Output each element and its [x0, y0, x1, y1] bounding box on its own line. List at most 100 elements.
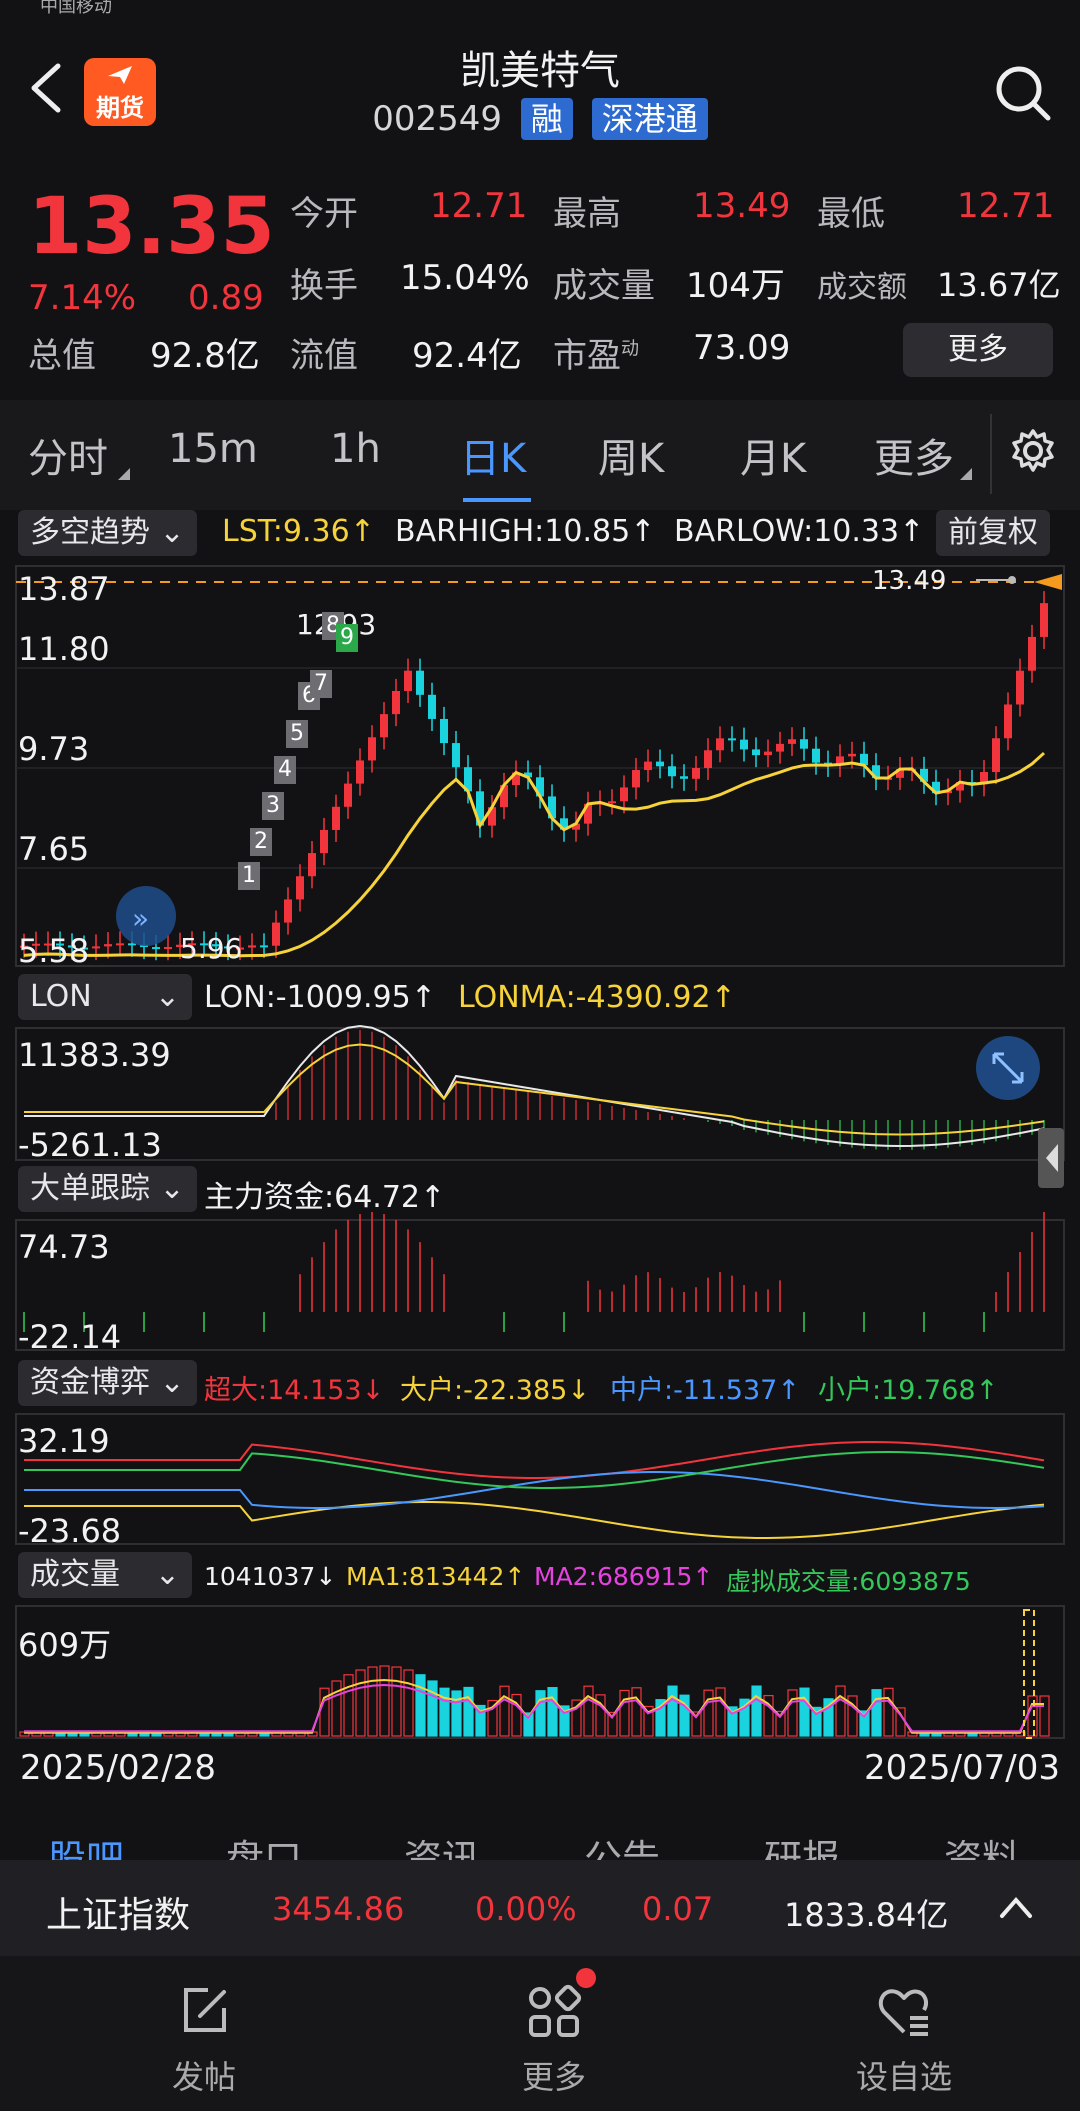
signal-box-4: 4 [274, 756, 296, 784]
candle-body [656, 761, 664, 767]
low-value: 12.71 [957, 186, 1055, 226]
bottom-nav: 发帖 更多 设自选 [0, 1956, 1080, 2111]
section-tab-research[interactable]: 研报 [764, 1828, 840, 1860]
section-tab-profile[interactable]: 资料 [944, 1828, 1020, 1860]
candle-body [332, 806, 340, 830]
volume-bar [463, 1686, 474, 1737]
axis-label-2: 11.80 [18, 630, 110, 668]
amount-label: 成交额 [817, 270, 907, 305]
signal-box-3: 3 [262, 792, 284, 820]
volume-bar [799, 1687, 810, 1737]
lon-indicator-label: LON [30, 979, 92, 1014]
pe-label-text: 市盈 [553, 336, 621, 376]
adjust-button[interactable]: 前复权 [936, 510, 1050, 556]
candle-body [752, 749, 760, 756]
carrier-label: 中国移动 [40, 0, 112, 17]
section-tab-news[interactable]: 资讯 [404, 1828, 480, 1860]
more-button[interactable]: 更多 [903, 323, 1053, 377]
kline-indicator-label: 多空趋势 [30, 515, 150, 550]
volume-bar-group [19, 1665, 1050, 1737]
candle-body [776, 743, 784, 752]
tab-weekly[interactable]: 周K [598, 426, 664, 484]
bigorder-axis-top: 74.73 [18, 1228, 110, 1266]
game-axis-top: 32.19 [18, 1422, 110, 1460]
bigorder-indicator-select[interactable]: 大单跟踪 ⌄ [18, 1166, 197, 1212]
low-label: 最低 [817, 194, 885, 234]
volume-bar [547, 1687, 558, 1737]
current-price: 13.35 [28, 182, 275, 272]
index-change: 0.07 [642, 1890, 714, 1928]
section-tab-pankou[interactable]: 盘口 [226, 1828, 302, 1860]
pe-value: 73.09 [693, 328, 791, 368]
candle-body [632, 770, 640, 788]
volume-bar [499, 1685, 510, 1737]
tab-minute[interactable]: 分时 [28, 426, 108, 484]
big-line [24, 1501, 1045, 1539]
margin-tag: 融 [520, 98, 573, 140]
volume-label: 成交量 [553, 266, 655, 306]
candle-body [164, 947, 172, 950]
settings-gear-icon[interactable] [1010, 428, 1056, 474]
bigorder-indicator-label: 大单跟踪 [30, 1171, 150, 1206]
volume-bar [415, 1674, 426, 1737]
nav-watchlist[interactable]: 设自选 [844, 1956, 964, 2106]
tab-daily[interactable]: 日K [460, 426, 526, 484]
tab-monthly[interactable]: 月K [740, 426, 806, 484]
notification-dot [576, 1968, 596, 1988]
candle-body [92, 946, 100, 949]
turnover-value: 15.04% [400, 258, 530, 298]
status-bar: 中国移动 [0, 0, 1080, 22]
volume-bar [703, 1689, 714, 1737]
volume-bar [355, 1669, 366, 1737]
candle-body [104, 944, 112, 947]
search-icon[interactable] [992, 62, 1054, 124]
bigorder-bar-group [23, 1212, 1045, 1332]
tab-15m[interactable]: 15m [168, 426, 258, 472]
candle-body [116, 943, 124, 946]
candle-body [380, 714, 388, 738]
barhigh-value: BARHIGH:10.85↑ [395, 514, 656, 549]
high-label: 最高 [553, 194, 621, 234]
candle-body [620, 787, 628, 802]
mktcap-value: 92.8亿 [150, 336, 260, 376]
high-mark: 13.49 [872, 566, 947, 596]
main-fund-value: 主力资金:64.72↑ [204, 1180, 446, 1215]
chevron-up-icon[interactable] [998, 1890, 1034, 1926]
index-ticker-bar[interactable]: 上证指数 3454.86 0.00% 0.07 1833.84亿 [0, 1860, 1080, 1956]
candle-body [992, 738, 1000, 773]
tab-more[interactable]: 更多 [874, 426, 954, 484]
candle-body [428, 694, 436, 719]
volume-ma2: MA2:686915↑ [534, 1562, 714, 1591]
lon-bar-group [275, 1030, 1045, 1150]
low-mark: 5.96 [180, 932, 243, 965]
chevron-down-icon: ⌄ [159, 515, 185, 550]
lon-indicator-select[interactable]: LON ⌄ [18, 974, 192, 1020]
volume-bar [331, 1680, 342, 1737]
lon-axis-top: 11383.39 [18, 1036, 171, 1074]
float-label: 流值 [290, 336, 358, 376]
change-pct: 7.14% [28, 278, 137, 318]
section-tab-guba[interactable]: 股吧 [48, 1828, 124, 1860]
lst-value: LST:9.36↑ [222, 514, 375, 549]
volume-chart [15, 1605, 1065, 1739]
volume-bar [379, 1665, 390, 1737]
nav-post[interactable]: 发帖 [144, 1956, 264, 2106]
volume-indicator-select[interactable]: 成交量 ⌄ [18, 1552, 192, 1598]
chevron-down-icon: ⌄ [159, 1365, 185, 1400]
candle-body [344, 783, 352, 807]
tab-1h[interactable]: 1h [330, 426, 381, 472]
game-indicator-select[interactable]: 资金博弈 ⌄ [18, 1360, 197, 1406]
candle-body [800, 739, 808, 749]
nav-more[interactable]: 更多 [494, 1956, 614, 2106]
volume-bar [1027, 1695, 1038, 1737]
tab-divider [990, 414, 992, 494]
volume-bar [343, 1674, 354, 1737]
volume-bar [451, 1690, 462, 1737]
volume-value: 104万 [686, 266, 785, 306]
volume-bar [715, 1687, 726, 1737]
candle-body [1028, 636, 1036, 671]
small-value: 小户:19.768↑ [818, 1375, 999, 1406]
section-tab-notice[interactable]: 公告 [584, 1828, 660, 1860]
volume-bar [883, 1687, 894, 1737]
kline-indicator-select[interactable]: 多空趋势 ⌄ [18, 510, 197, 556]
